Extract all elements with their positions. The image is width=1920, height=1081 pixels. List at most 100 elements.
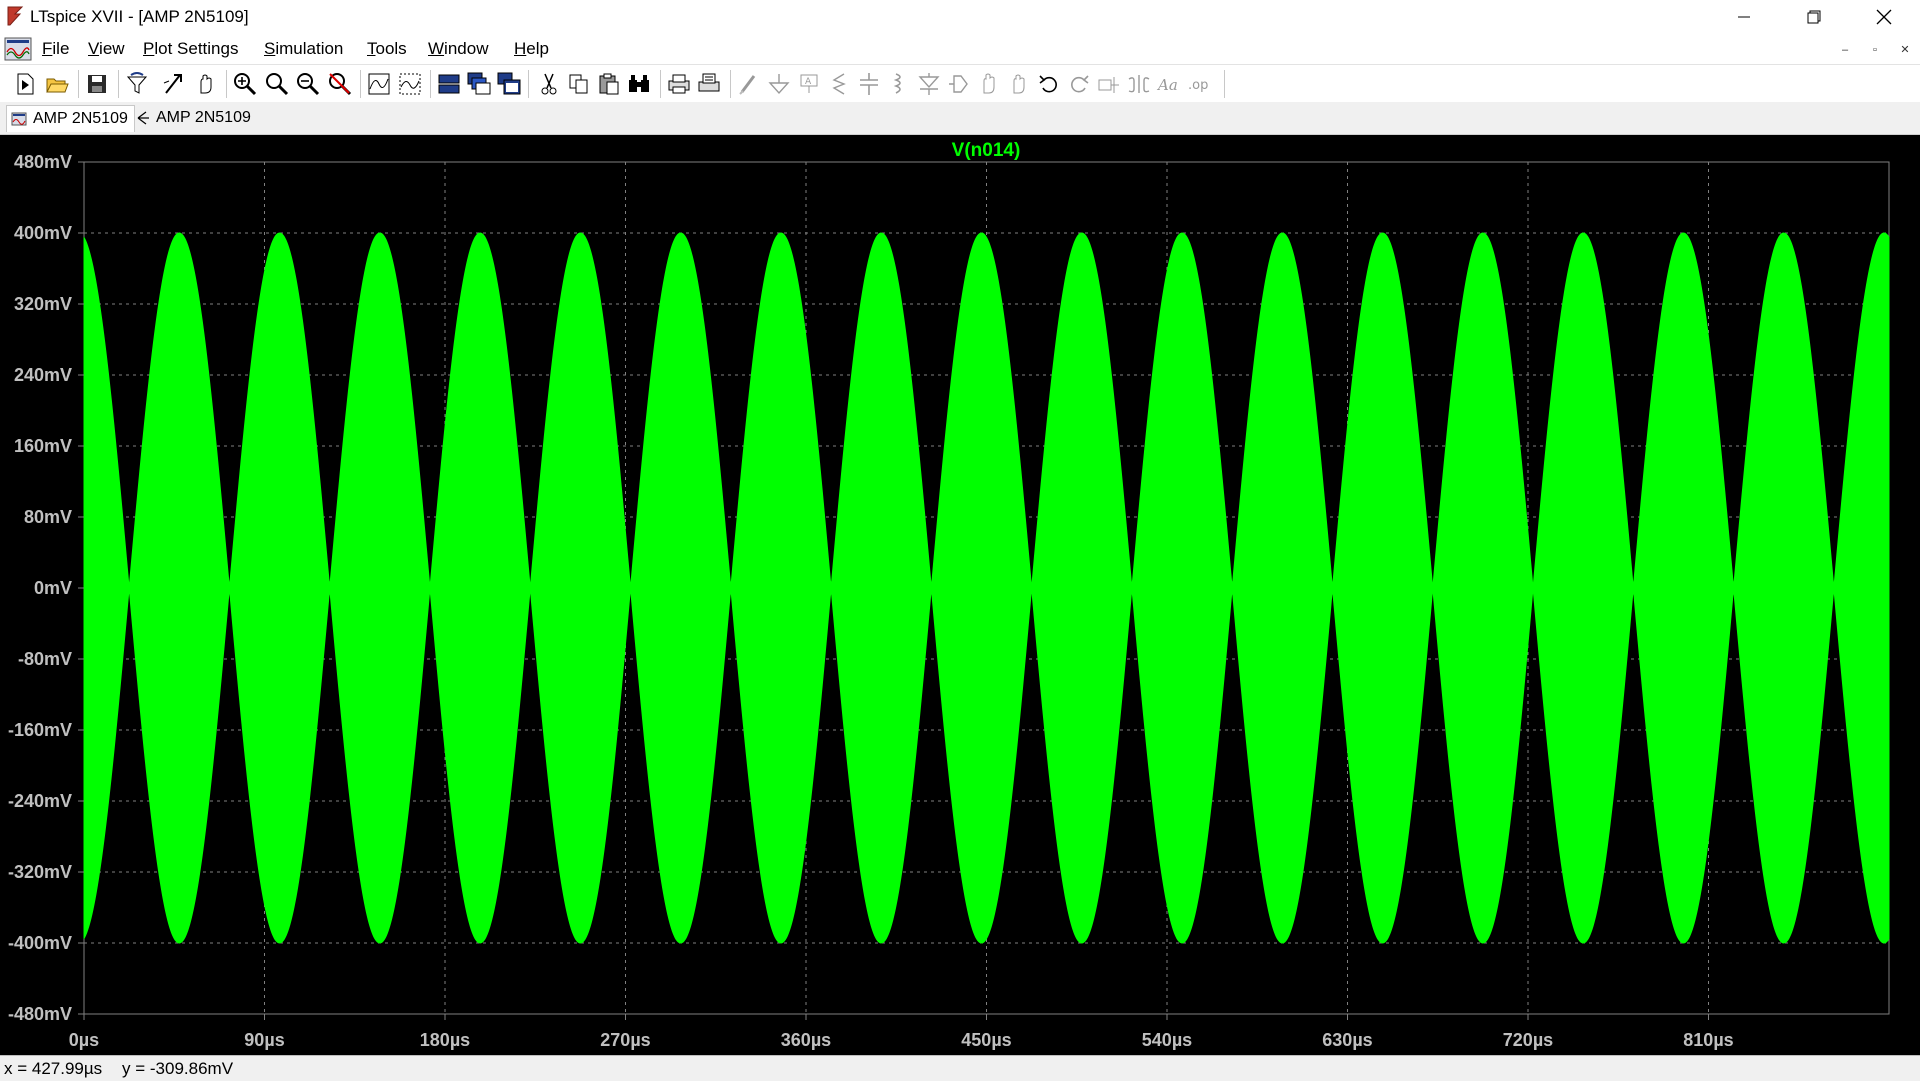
zoom-full-icon[interactable] [264, 71, 290, 97]
y-tick-label: -80mV [18, 649, 72, 669]
y-tick-label: 0mV [34, 578, 72, 598]
mirror-icon [1126, 71, 1152, 97]
spice-directive-icon: .op [1186, 71, 1212, 97]
x-axis: 0µs 90µs 180µs 270µs 360µs 450µs 540µs 630µs 720… [69, 1014, 1734, 1050]
plot-pane-icon[interactable] [397, 71, 423, 97]
menu-window[interactable]: Window [428, 39, 488, 59]
x-tick-label: 0µs [69, 1030, 99, 1050]
y-tick-label: 80mV [24, 507, 72, 527]
waveform-plot[interactable]: V(n014) 480mV 400mV 320mV 240mV 160mV 80mV 0mV… [0, 135, 1920, 1055]
waveform-icon [11, 112, 27, 126]
y-tick-label: 240mV [14, 365, 72, 385]
cascade-icon[interactable] [466, 71, 492, 97]
menu-plot-settings[interactable]: Plot Settings [143, 39, 238, 59]
open-icon[interactable] [44, 71, 70, 97]
minimize-icon [1738, 16, 1750, 18]
menu-file[interactable]: File [42, 39, 69, 59]
tile-vertical-icon[interactable] [496, 71, 522, 97]
text-icon: Aa [1156, 71, 1182, 97]
trace-v-n014[interactable] [83, 232, 1890, 944]
window-title: LTspice XVII - [AMP 2N5109] [30, 7, 249, 26]
menu-help[interactable]: Help [514, 39, 549, 59]
schematic-icon [137, 111, 149, 125]
control-panel-icon[interactable] [124, 71, 150, 97]
zoom-cancel-icon[interactable] [327, 71, 353, 97]
x-tick-label: 90µs [244, 1030, 284, 1050]
new-schematic-icon[interactable] [12, 71, 38, 97]
print-icon[interactable] [666, 71, 692, 97]
document-tabs: AMP 2N5109 AMP 2N5109 [0, 102, 1920, 135]
title-bar: LTspice XVII - [AMP 2N5109] [0, 0, 1920, 34]
tab-label: AMP 2N5109 [156, 109, 251, 126]
x-tick-label: 450µs [961, 1030, 1011, 1050]
run-icon[interactable] [160, 71, 186, 97]
x-tick-label: 720µs [1503, 1030, 1553, 1050]
autorange-icon[interactable] [366, 71, 392, 97]
save-icon[interactable] [84, 71, 110, 97]
redo-icon [1066, 71, 1092, 97]
y-tick-label: -160mV [8, 720, 72, 740]
svg-text:A: A [805, 77, 812, 87]
tab-schematic[interactable]: AMP 2N5109 [132, 105, 257, 131]
ltspice-logo-icon [6, 5, 24, 32]
zoom-in-icon[interactable] [232, 71, 258, 97]
menu-simulation[interactable]: Simulation [264, 39, 343, 59]
waveform-window-icon[interactable] [4, 36, 32, 67]
diode-icon [916, 71, 942, 97]
mdi-close-button[interactable]: ✕ [1894, 40, 1916, 60]
zoom-out-icon[interactable] [295, 71, 321, 97]
toolbar: A Aa .op [0, 64, 1920, 104]
status-bar: x = 427.99µs y = -309.86mV [0, 1055, 1920, 1081]
y-tick-label: 480mV [14, 152, 72, 172]
x-tick-label: 810µs [1683, 1030, 1733, 1050]
restore-button[interactable] [1780, 0, 1848, 34]
restore-icon [1807, 10, 1821, 24]
close-button[interactable] [1850, 0, 1918, 34]
cut-icon[interactable] [536, 71, 562, 97]
rotate-icon [1096, 71, 1122, 97]
resistor-icon [826, 71, 852, 97]
halt-icon[interactable] [192, 71, 218, 97]
y-tick-label: -240mV [8, 791, 72, 811]
y-tick-label: 320mV [14, 294, 72, 314]
menu-view[interactable]: View [88, 39, 125, 59]
print-setup-icon[interactable] [696, 71, 722, 97]
cursor-y-readout: y = -309.86mV [122, 1059, 234, 1078]
paste-icon[interactable] [596, 71, 622, 97]
wire-icon [736, 71, 762, 97]
y-tick-label: 400mV [14, 223, 72, 243]
inductor-icon [886, 71, 912, 97]
x-tick-label: 270µs [600, 1030, 650, 1050]
y-axis: 480mV 400mV 320mV 240mV 160mV 80mV 0mV -80mV -16… [8, 152, 84, 1024]
copy-icon[interactable] [566, 71, 592, 97]
x-tick-label: 360µs [781, 1030, 831, 1050]
x-tick-label: 180µs [420, 1030, 470, 1050]
x-tick-label: 630µs [1322, 1030, 1372, 1050]
tab-waveform[interactable]: AMP 2N5109 [6, 105, 135, 132]
y-tick-label: -320mV [8, 862, 72, 882]
y-tick-label: 160mV [14, 436, 72, 456]
tile-horizontal-icon[interactable] [436, 71, 462, 97]
component-icon [946, 71, 972, 97]
undo-icon[interactable] [1036, 71, 1062, 97]
mdi-restore-button[interactable]: ▫ [1864, 40, 1886, 60]
label-icon: A [796, 71, 822, 97]
drag-icon [1006, 71, 1032, 97]
y-tick-label: -480mV [8, 1004, 72, 1024]
minimize-button[interactable] [1710, 0, 1778, 34]
menu-tools[interactable]: Tools [367, 39, 407, 59]
capacitor-icon [856, 71, 882, 97]
move-icon [976, 71, 1002, 97]
mdi-minimize-button[interactable]: – [1834, 40, 1856, 60]
cursor-x-readout: x = 427.99µs [4, 1059, 103, 1078]
ground-icon [766, 71, 792, 97]
y-tick-label: -400mV [8, 933, 72, 953]
svg-text:Aa: Aa [1156, 76, 1178, 94]
tab-label: AMP 2N5109 [33, 110, 128, 127]
svg-text:.op: .op [1188, 78, 1208, 93]
trace-envelope[interactable] [83, 232, 1890, 944]
find-icon[interactable] [626, 71, 652, 97]
x-tick-label: 540µs [1142, 1030, 1192, 1050]
trace-label[interactable]: V(n014) [952, 140, 1021, 161]
close-icon [1876, 9, 1892, 25]
